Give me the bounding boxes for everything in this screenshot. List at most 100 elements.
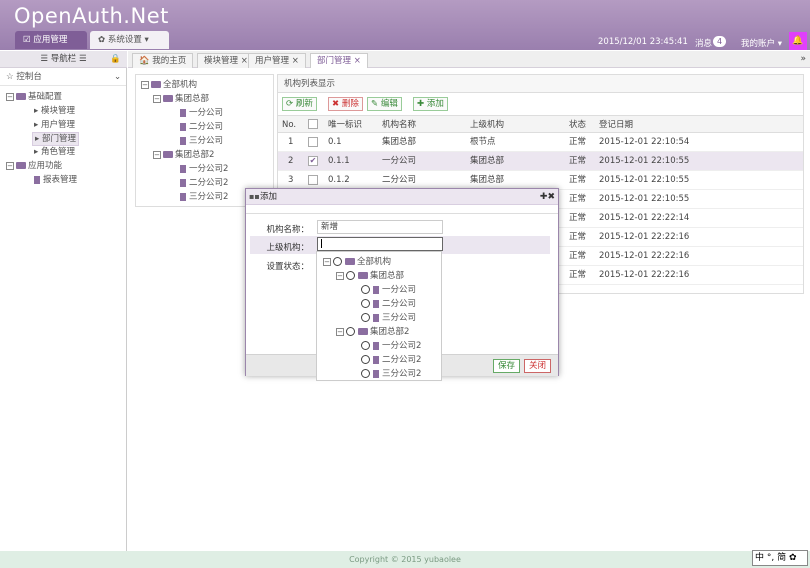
lock-icon[interactable]: 🔒 [110, 51, 121, 68]
tree-node-label: 一分公司2 [189, 164, 229, 174]
tree-node[interactable]: 三分公司 [180, 135, 223, 147]
dropdown-node[interactable]: 三分公司2 [361, 368, 421, 380]
collapse-icon[interactable]: − [6, 161, 14, 170]
dropdown-node[interactable]: − 集团总部2 [336, 326, 409, 338]
collapse-icon[interactable]: − [141, 80, 149, 89]
table-row[interactable]: 1 0.1 集团总部 根节点 正常 2015-12-01 22:10:54 [278, 133, 803, 152]
table-row[interactable]: 2 0.1.1 一分公司 集团总部 正常 2015-12-01 22:10:55 ✔ [278, 152, 803, 171]
tree-node[interactable]: 二分公司2 [180, 177, 228, 189]
edit-button[interactable]: ✎ 编辑 [367, 97, 402, 111]
folder-icon [163, 95, 173, 102]
radio-button[interactable] [346, 327, 355, 336]
menu-app-management[interactable]: ☑ 应用管理 [15, 31, 87, 49]
tree-node-label: 一分公司 [189, 108, 224, 118]
parent-org-input[interactable] [317, 237, 443, 251]
org-name-label: 机构名称： [266, 225, 309, 235]
refresh-button[interactable]: ⟳ 刷新 [282, 97, 317, 111]
tree-node[interactable]: − 集团总部2 [153, 149, 214, 161]
tree-root[interactable]: − 全部机构 [141, 79, 197, 91]
radio-button[interactable] [361, 369, 370, 378]
tab-home[interactable]: 🏠 我的主页 [132, 53, 194, 68]
radio-button[interactable] [361, 285, 370, 294]
dialog-title: 添加 [260, 192, 278, 202]
org-name-input[interactable]: 新增 [317, 220, 443, 234]
col-header-id[interactable]: 唯一标识 [328, 116, 362, 134]
file-icon [180, 178, 186, 187]
collapse-icon[interactable]: − [336, 271, 344, 280]
grid-icon: ▪▪ [249, 192, 260, 201]
tree-node[interactable]: 二分公司 [180, 121, 223, 133]
cell-no: 1 [288, 137, 294, 147]
collapse-icon[interactable]: − [6, 92, 14, 101]
cell-status: 正常 [569, 156, 587, 166]
ime-indicator[interactable]: 中 °, 简 ✿ [752, 550, 808, 566]
tree-node[interactable]: 一分公司2 [180, 163, 228, 175]
messages-link[interactable]: 消息 [695, 37, 712, 49]
sidebar-item-org[interactable]: ▸ 部门管理 [32, 132, 79, 146]
tree-node-label: 一分公司2 [382, 341, 422, 351]
dialog-controls-icon[interactable]: ✚✖ [540, 189, 555, 205]
navbar-label: ☰ 导航栏 ☰ [40, 54, 87, 64]
sidebar-item-role[interactable]: ▸ 角色管理 [34, 146, 75, 158]
folder-icon [163, 151, 173, 158]
cell-id: 0.1 [328, 137, 342, 147]
col-header-date[interactable]: 登记日期 [599, 116, 633, 134]
menu-system-settings[interactable]: ✿ 系统设置 ▾ [90, 31, 169, 49]
col-header-status[interactable]: 状态 [569, 116, 586, 134]
tree-node[interactable]: 三分公司2 [180, 191, 228, 203]
sidebar-item-report[interactable]: 报表管理 [34, 174, 77, 186]
radio-button[interactable] [361, 313, 370, 322]
tree-node[interactable]: 一分公司 [180, 107, 223, 119]
radio-button[interactable] [361, 355, 370, 364]
sidebar-item-label: 用户管理 [40, 120, 75, 130]
col-header-name[interactable]: 机构名称 [382, 116, 416, 134]
select-all-checkbox[interactable] [308, 119, 318, 129]
sidebar-item-user[interactable]: ▸ 用户管理 [34, 119, 75, 131]
collapse-icon[interactable]: − [323, 257, 331, 266]
file-icon [373, 313, 379, 322]
dropdown-root[interactable]: − 全部机构 [323, 256, 391, 268]
radio-button[interactable] [361, 299, 370, 308]
add-button[interactable]: ✚ 添加 [413, 97, 448, 111]
dropdown-node[interactable]: 二分公司 [361, 298, 416, 310]
tree-node-label: 集团总部 [175, 94, 210, 104]
collapse-icon[interactable]: − [153, 150, 161, 159]
tab-org[interactable]: 部门管理 × [310, 53, 368, 68]
radio-button[interactable] [361, 341, 370, 350]
sidebar-group-base[interactable]: − 基础配置 [6, 91, 62, 103]
tabs-overflow-icon[interactable]: » [800, 54, 806, 64]
col-header-no: No. [282, 120, 297, 130]
chevron-down-icon[interactable]: ⌄ [114, 71, 121, 83]
row-checkbox[interactable] [308, 175, 318, 185]
radio-button[interactable] [333, 257, 342, 266]
file-icon [373, 341, 379, 350]
save-button[interactable]: 保存 [493, 359, 521, 373]
sidebar-group-app[interactable]: − 应用功能 [6, 160, 62, 172]
tab-module[interactable]: 模块管理 × [197, 53, 255, 68]
dropdown-node[interactable]: 一分公司2 [361, 340, 421, 352]
tree-node-label: 集团总部2 [175, 150, 215, 160]
dropdown-node[interactable]: 一分公司 [361, 284, 416, 296]
tabs-bar: 🏠 我的主页 模块管理 × 用户管理 × 部门管理 × » [128, 51, 810, 68]
sidebar-console[interactable]: ☆ 控制台 [6, 71, 42, 83]
dropdown-node[interactable]: − 集团总部 [336, 270, 404, 282]
radio-button[interactable] [346, 271, 355, 280]
dropdown-node[interactable]: 二分公司2 [361, 354, 421, 366]
collapse-icon[interactable]: − [153, 94, 161, 103]
delete-button[interactable]: ✖ 删除 [328, 97, 363, 111]
col-header-parent[interactable]: 上级机构 [470, 116, 504, 134]
file-icon [373, 299, 379, 308]
sidebar-item-module[interactable]: ▸ 模块管理 [34, 105, 75, 117]
dropdown-node[interactable]: 三分公司 [361, 312, 416, 324]
messages-count-badge: 4 [713, 36, 727, 47]
cell-id: 0.1.1 [328, 156, 350, 166]
tree-node[interactable]: − 集团总部 [153, 93, 209, 105]
row-checkbox[interactable] [308, 137, 318, 147]
tab-user[interactable]: 用户管理 × [248, 53, 306, 68]
my-account-menu[interactable]: 我的账户 ▾ [741, 37, 782, 49]
file-icon [180, 192, 186, 201]
bell-icon[interactable]: 🔔 [789, 32, 807, 50]
close-button[interactable]: 关闭 [524, 359, 552, 373]
collapse-icon[interactable]: − [336, 327, 344, 336]
row-checkbox[interactable]: ✔ [308, 156, 318, 166]
